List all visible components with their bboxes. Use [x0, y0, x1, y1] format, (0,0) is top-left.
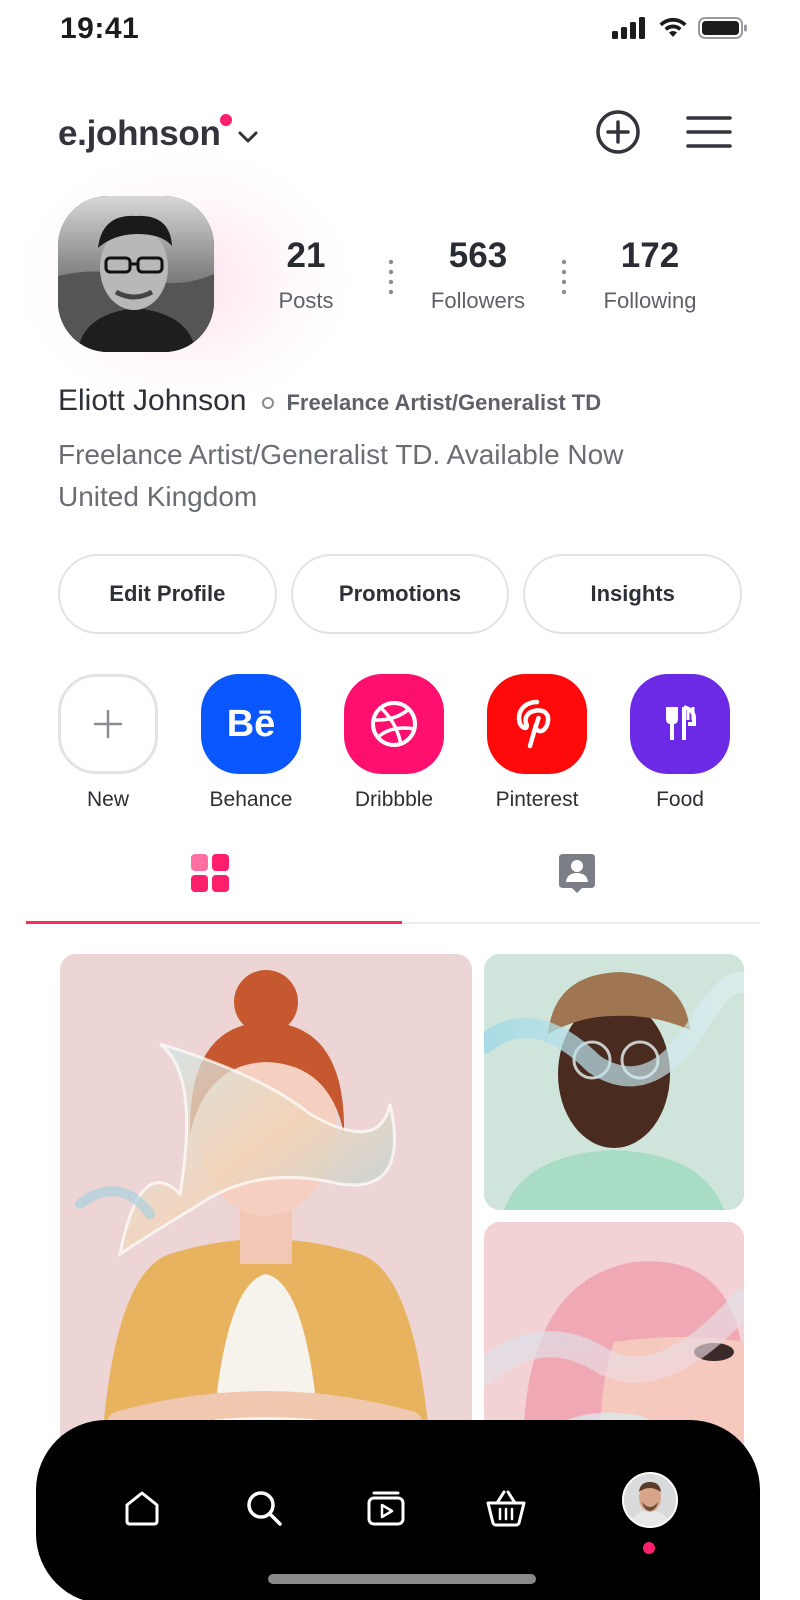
bio-line: United Kingdom [58, 481, 258, 512]
search-icon [247, 1491, 282, 1526]
highlight-tile [58, 674, 158, 774]
utensils-icon [666, 705, 696, 740]
notification-dot [220, 114, 232, 126]
stat-label: Posts [278, 288, 334, 313]
wifi-icon [659, 17, 687, 37]
tab-tagged[interactable] [393, 846, 760, 924]
posts-grid [60, 954, 746, 1482]
stat-followers[interactable]: 563 Followers [408, 236, 548, 314]
highlight-pinterest[interactable]: Pinterest [487, 674, 587, 812]
bio-line: Freelance Artist/Generalist TD. Availabl… [58, 439, 624, 470]
status-bar: 19:41 [0, 0, 800, 60]
highlight-label: Behance [209, 788, 293, 811]
highlight-tile: Bē [201, 674, 301, 774]
profile-stats: 21 Posts 563 Followers 172 Following [260, 236, 740, 316]
full-name: Eliott Johnson [58, 384, 247, 417]
behance-icon: Bē [226, 702, 276, 745]
status-icons [612, 16, 748, 40]
highlight-label: Dribbble [354, 788, 434, 811]
active-indicator-dot [643, 1542, 655, 1554]
stat-value: 172 [620, 236, 680, 275]
highlight-tile [487, 674, 587, 774]
profile-avatar[interactable] [58, 196, 214, 352]
stat-following[interactable]: 172 Following [580, 236, 720, 314]
chevron-down-icon [238, 131, 258, 143]
profile-header: e.johnson [58, 108, 742, 164]
profile-name-row: Eliott Johnson Freelance Artist/Generali… [58, 384, 601, 418]
profile-avatar-image [624, 1474, 676, 1526]
plus-icon [93, 709, 123, 739]
highlight-tile [344, 674, 444, 774]
separator-circle-icon [262, 397, 275, 409]
nav-reels[interactable] [362, 1484, 410, 1532]
avatar-photo [58, 196, 214, 352]
profile-tabs [26, 846, 760, 926]
pinterest-icon [516, 699, 551, 749]
stat-divider [388, 259, 394, 295]
dribbble-icon [371, 701, 417, 747]
nav-search[interactable] [240, 1484, 288, 1532]
stat-value: 21 [286, 236, 326, 275]
reels-icon [367, 1491, 405, 1526]
home-indicator[interactable] [268, 1574, 536, 1584]
menu-icon[interactable] [686, 112, 732, 152]
shop-basket-icon [486, 1490, 526, 1527]
highlight-label: Pinterest [495, 788, 579, 811]
highlight-label: New [86, 788, 129, 811]
highlight-tile [630, 674, 730, 774]
profile-bio: Freelance Artist/Generalist TD. Availabl… [58, 434, 623, 518]
bottom-navigation [36, 1420, 760, 1600]
highlight-food[interactable]: Food [630, 674, 730, 812]
tagged-user-icon [558, 854, 595, 893]
story-highlights: New Bē Behance Dribbble Pinterest Food [58, 674, 748, 814]
account-switcher[interactable]: e.johnson [58, 114, 259, 154]
username: e.johnson [58, 114, 221, 153]
stat-label: Following [603, 288, 697, 313]
add-post-icon[interactable] [594, 108, 642, 156]
insights-button[interactable]: Insights [523, 554, 743, 634]
status-time: 19:41 [60, 12, 140, 45]
post-image [484, 954, 744, 1210]
post-thumbnail[interactable] [60, 954, 472, 1474]
tab-posts-grid[interactable] [26, 846, 393, 924]
cellular-signal-icon [612, 17, 645, 39]
stat-label: Followers [430, 288, 526, 313]
highlight-new[interactable]: New [58, 674, 158, 812]
stat-value: 563 [448, 236, 508, 275]
tab-active-indicator [26, 921, 402, 924]
nav-shop[interactable] [482, 1484, 530, 1532]
promotions-button[interactable]: Promotions [290, 554, 510, 634]
post-image [60, 954, 472, 1474]
post-thumbnail[interactable] [484, 954, 744, 1210]
profile-actions: Edit Profile Promotions Insights [58, 554, 743, 634]
profile-category: Freelance Artist/Generalist TD [286, 389, 602, 415]
stat-divider [561, 259, 567, 295]
highlight-label: Food [656, 788, 704, 811]
nav-home[interactable] [118, 1484, 166, 1532]
highlight-behance[interactable]: Bē Behance [201, 674, 301, 812]
nav-profile-avatar[interactable] [622, 1472, 678, 1528]
battery-icon [698, 17, 747, 39]
highlight-dribbble[interactable]: Dribbble [344, 674, 444, 812]
edit-profile-button[interactable]: Edit Profile [58, 554, 277, 634]
stat-posts[interactable]: 21 Posts [236, 236, 376, 314]
grid-icon [190, 854, 229, 892]
home-icon [125, 1491, 159, 1526]
